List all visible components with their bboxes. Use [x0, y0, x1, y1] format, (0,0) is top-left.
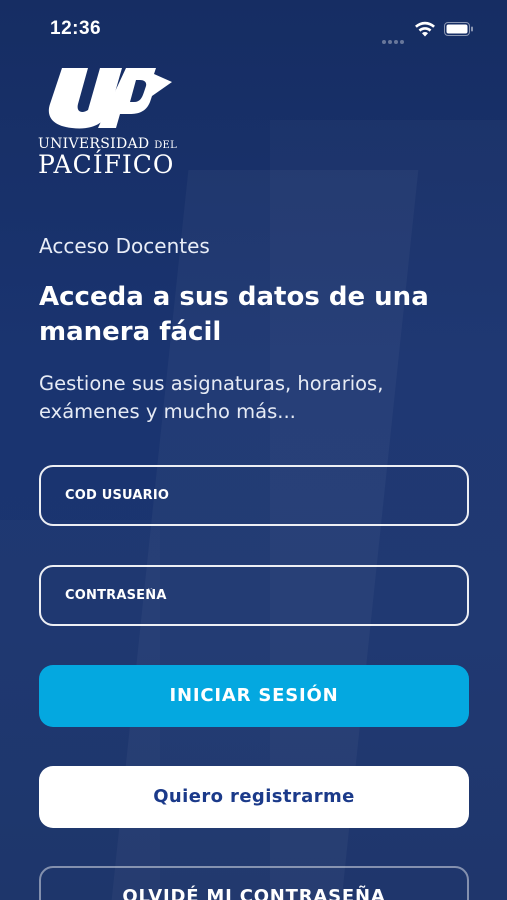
headline: Acceda a sus datos de una manera fácil [39, 282, 429, 347]
logo-text-pacifico: PACÍFICO [38, 150, 175, 179]
forgot-password-button[interactable]: OLVIDÉ MI CONTRASEÑA [39, 866, 469, 900]
user-code-field[interactable] [39, 465, 469, 526]
password-field[interactable] [39, 565, 469, 626]
status-bar: 12:36 [0, 0, 507, 60]
register-button[interactable]: Quiero registrarme [39, 766, 469, 828]
access-subtitle: Acceso Docentes [39, 234, 210, 258]
user-code-input[interactable] [41, 467, 467, 524]
description-text: Gestione sus asignaturas, horarios, exám… [39, 372, 384, 423]
login-button[interactable]: INICIAR SESIÓN [39, 665, 469, 727]
university-logo: UNIVERSIDAD DEL PACÍFICO [38, 66, 188, 181]
login-screen: 12:36 UNIVERSIDAD DEL PACÍFICO Acceso Do… [0, 0, 507, 900]
cellular-signal-icon [382, 29, 408, 44]
password-input[interactable] [41, 567, 467, 624]
up-logo-mark [48, 68, 172, 129]
status-time: 12:36 [50, 18, 102, 39]
wifi-icon [415, 21, 435, 37]
battery-icon [444, 22, 473, 36]
